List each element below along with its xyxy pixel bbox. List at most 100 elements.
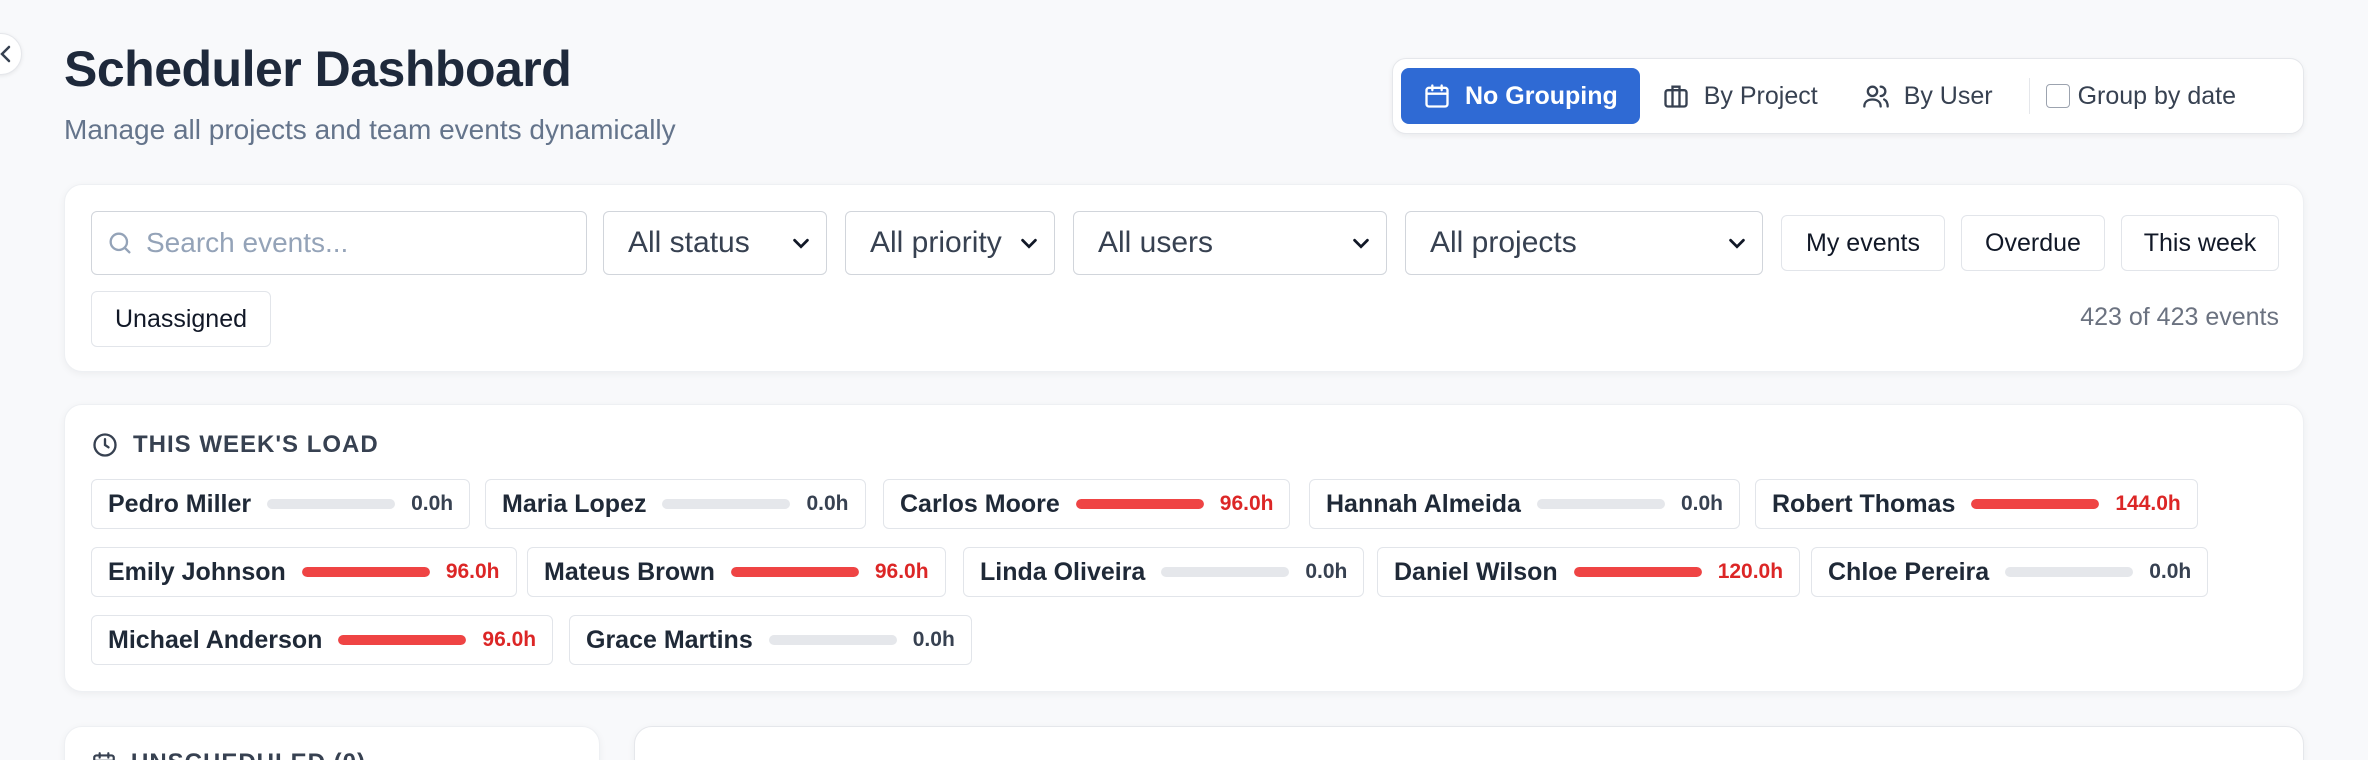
user-name: Robert Thomas — [1772, 489, 1956, 518]
user-load-pill[interactable]: Mateus Brown 96.0h — [527, 547, 946, 597]
chevron-down-icon — [793, 238, 809, 249]
unassigned-button[interactable]: Unassigned — [91, 291, 271, 347]
user-hours: 0.0h — [1680, 492, 1723, 515]
user-load-pill[interactable]: Robert Thomas 144.0h — [1755, 479, 2198, 529]
clock-icon — [93, 433, 117, 457]
user-name: Grace Martins — [586, 625, 753, 654]
user-load-pill[interactable]: Grace Martins 0.0h — [569, 615, 972, 665]
load-bar — [1971, 499, 2100, 509]
user-name: Mateus Brown — [544, 557, 715, 586]
calendar-icon — [1425, 84, 1449, 108]
users-select[interactable]: All users — [1073, 211, 1387, 275]
page-subtitle: Manage all projects and team events dyna… — [64, 114, 676, 145]
load-bar-fill — [1971, 499, 2100, 509]
users-select-value: All users — [1098, 226, 1214, 259]
user-hours: 0.0h — [912, 628, 955, 651]
search-icon — [109, 232, 131, 254]
priority-select-value: All priority — [870, 226, 1002, 259]
user-load-pill[interactable]: Chloe Pereira 0.0h — [1811, 547, 2209, 597]
no-grouping-button[interactable]: No Grouping — [1401, 68, 1640, 124]
unscheduled-header: UNSCHEDULED (0) — [91, 749, 366, 760]
search-input[interactable] — [146, 227, 566, 259]
user-name: Linda Oliveira — [980, 557, 1146, 586]
user-hours: 144.0h — [2115, 492, 2181, 515]
load-bar — [768, 635, 897, 645]
projects-select-value: All projects — [1430, 226, 1577, 259]
user-name: Emily Johnson — [108, 557, 286, 586]
toggle-divider — [2028, 78, 2030, 114]
page-title: Scheduler Dashboard — [64, 41, 572, 97]
priority-select[interactable]: All priority — [845, 211, 1055, 275]
grouping-toggle: No Grouping By Project By User Group by … — [1392, 58, 2304, 134]
projects-select[interactable]: All projects — [1405, 211, 1763, 275]
group-by-date-toggle[interactable]: Group by date — [2045, 81, 2237, 111]
group-by-date-checkbox[interactable] — [2045, 84, 2070, 108]
load-bar-fill — [730, 567, 859, 577]
load-bar-fill — [1075, 499, 1204, 509]
user-name: Carlos Moore — [900, 489, 1060, 518]
by-user-button[interactable]: By User — [1840, 68, 2015, 124]
load-bar — [338, 635, 467, 645]
weekly-load-header: THIS WEEK'S LOAD — [91, 431, 379, 459]
load-bar — [730, 567, 859, 577]
my-events-button[interactable]: My events — [1781, 215, 1945, 271]
by-project-button[interactable]: By Project — [1640, 68, 1840, 124]
no-grouping-label: No Grouping — [1465, 81, 1618, 110]
user-name: Pedro Miller — [108, 489, 252, 518]
filter-panel: All status All priority All users All pr… — [64, 184, 2304, 372]
user-hours: 0.0h — [806, 492, 849, 515]
load-bar — [301, 567, 430, 577]
calendar-icon — [93, 752, 115, 760]
user-name: Hannah Almeida — [1326, 489, 1521, 518]
group-by-date-label: Group by date — [2077, 81, 2237, 110]
overdue-button[interactable]: Overdue — [1961, 215, 2105, 271]
load-bar — [1573, 567, 1702, 577]
weekly-load-panel: THIS WEEK'S LOAD Pedro Miller 0.0h Maria… — [64, 404, 2304, 692]
load-bar — [662, 499, 791, 509]
user-load-pill[interactable]: Linda Oliveira 0.0h — [963, 547, 1365, 597]
by-user-label: By User — [1903, 81, 1993, 110]
status-select-value: All status — [628, 226, 750, 259]
user-name: Daniel Wilson — [1394, 557, 1558, 586]
by-project-label: By Project — [1703, 81, 1818, 110]
load-bar-fill — [338, 635, 467, 645]
user-hours: 0.0h — [1305, 560, 1348, 583]
user-hours: 120.0h — [1717, 560, 1784, 583]
load-bar — [2005, 567, 2134, 577]
user-name: Chloe Pereira — [1828, 557, 1990, 586]
users-icon — [1862, 85, 1889, 108]
user-load-pill[interactable]: Maria Lopez 0.0h — [485, 479, 866, 529]
user-name: Maria Lopez — [502, 489, 647, 518]
user-load-pill[interactable]: Pedro Miller 0.0h — [91, 479, 471, 529]
load-bar-fill — [301, 567, 430, 577]
search-box — [91, 211, 587, 275]
user-hours: 96.0h — [445, 560, 500, 583]
user-load-pill[interactable]: Hannah Almeida 0.0h — [1309, 479, 1740, 529]
briefcase-icon — [1664, 85, 1688, 108]
user-load-pill[interactable]: Carlos Moore 96.0h — [883, 479, 1291, 529]
user-hours: 0.0h — [411, 492, 454, 515]
load-bar — [267, 499, 396, 509]
status-select[interactable]: All status — [603, 211, 827, 275]
user-hours: 96.0h — [874, 560, 929, 583]
this-week-button[interactable]: This week — [2121, 215, 2279, 271]
unscheduled-panel: UNSCHEDULED (0) — [64, 726, 600, 760]
user-load-pill[interactable]: Michael Anderson 96.0h — [91, 615, 554, 665]
event-count: 423 of 423 events — [2080, 303, 2279, 331]
collapse-sidebar-button[interactable] — [0, 33, 22, 75]
chevron-down-icon — [1729, 238, 1745, 249]
unscheduled-title: UNSCHEDULED (0) — [131, 749, 366, 760]
load-bar — [1536, 499, 1665, 509]
user-load-pill[interactable]: Emily Johnson 96.0h — [91, 547, 517, 597]
calendar-panel — [634, 726, 2304, 760]
user-hours: 96.0h — [482, 628, 537, 651]
chevron-down-icon — [1021, 238, 1037, 249]
load-bar-fill — [1573, 567, 1702, 577]
chevron-down-icon — [1353, 238, 1369, 249]
user-hours: 96.0h — [1219, 492, 1274, 515]
user-load-pill[interactable]: Daniel Wilson 120.0h — [1377, 547, 1801, 597]
chevron-left-icon — [0, 45, 11, 63]
user-hours: 0.0h — [2149, 560, 2192, 583]
user-name: Michael Anderson — [108, 625, 323, 654]
weekly-load-title: THIS WEEK'S LOAD — [133, 431, 379, 458]
